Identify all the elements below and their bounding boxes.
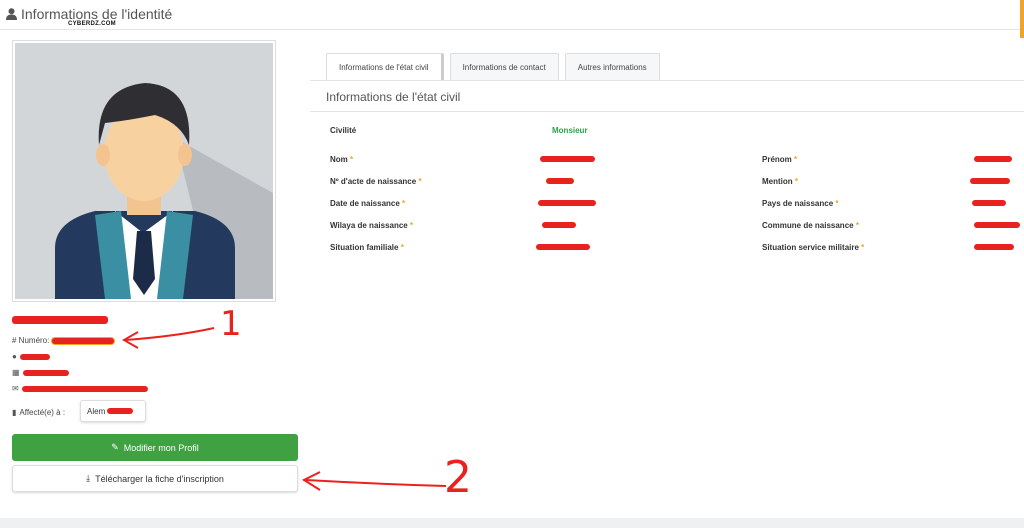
- tab-autres[interactable]: Autres informations: [564, 53, 660, 80]
- civilite-label: Civilité: [330, 126, 357, 135]
- required-mark: *: [794, 177, 799, 186]
- avatar-illustration: [15, 43, 273, 299]
- tab-etat-civil[interactable]: Informations de l'état civil: [326, 53, 444, 80]
- redacted-affecte: [107, 408, 134, 414]
- user-icon: [6, 8, 17, 20]
- field-situation: Situation familiale *: [330, 243, 404, 252]
- bottom-strip: [0, 518, 1024, 528]
- tab-divider: [310, 80, 1024, 81]
- redacted-birthdate: [22, 369, 69, 376]
- profile-numero: # Numéro:: [12, 336, 115, 345]
- page: Informations de l'identité CYBERDZ.COM #…: [0, 0, 1024, 528]
- map-marker-icon: ●: [12, 352, 17, 361]
- envelope-icon: ✉: [12, 384, 19, 393]
- field-mention-label: Mention: [762, 177, 793, 186]
- redacted-nom: [540, 156, 595, 162]
- edit-profile-label: Modifier mon Profil: [123, 442, 199, 453]
- field-acte-label: Nº d'acte de naissance: [330, 177, 417, 186]
- field-mention: Mention *: [762, 177, 798, 186]
- civilite-value: Monsieur: [552, 126, 588, 135]
- required-mark: *: [409, 221, 414, 230]
- field-date-label: Date de naissance: [330, 199, 400, 208]
- field-acte: Nº d'acte de naissance *: [330, 177, 422, 186]
- redacted-pays: [972, 200, 1006, 206]
- profile-birthdate: ▦: [12, 368, 69, 377]
- redacted-wilaya: [542, 222, 576, 228]
- affecte-badge[interactable]: Alem: [80, 400, 146, 422]
- page-title-text: Informations de l'identité: [21, 6, 173, 22]
- field-commune: Commune de naissance *: [762, 221, 859, 230]
- watermark: CYBERDZ.COM: [68, 21, 116, 27]
- profile-name: [12, 316, 108, 324]
- annotation-number-2: 2: [444, 452, 472, 503]
- field-nom-label: Nom: [330, 155, 348, 164]
- field-pays: Pays de naissance *: [762, 199, 839, 208]
- required-mark: *: [861, 243, 865, 252]
- redacted-email: [21, 385, 148, 392]
- field-militaire: Situation service militaire *: [762, 243, 864, 252]
- profile-location: ●: [12, 352, 50, 361]
- section-divider: [310, 111, 1024, 112]
- required-mark: *: [400, 243, 404, 252]
- field-prenom-label: Prénom: [762, 155, 792, 164]
- section-title: Informations de l'état civil: [326, 90, 461, 104]
- annotation-arrow-2: [301, 471, 447, 491]
- redacted-numero: [52, 337, 115, 344]
- avatar: [12, 40, 276, 302]
- redacted-situation: [536, 244, 590, 250]
- redacted-militaire: [974, 244, 1014, 250]
- page-title: Informations de l'identité: [6, 6, 172, 22]
- download-form-button[interactable]: ⤓ Télécharger la fiche d'inscription: [12, 465, 298, 492]
- download-icon: ⤓: [86, 473, 91, 483]
- required-mark: *: [855, 221, 859, 230]
- calendar-icon: ▦: [12, 368, 20, 377]
- tab-contact[interactable]: Informations de contact: [449, 53, 559, 80]
- field-wilaya: Wilaya de naissance *: [330, 221, 413, 230]
- top-bar: Informations de l'identité CYBERDZ.COM: [0, 0, 1024, 30]
- field-prenom: Prénom *: [762, 155, 797, 164]
- redacted-commune: [974, 222, 1020, 228]
- field-nom: Nom *: [330, 155, 353, 164]
- field-situation-label: Situation familiale: [330, 243, 399, 252]
- field-pays-label: Pays de naissance: [762, 199, 834, 208]
- field-militaire-label: Situation service militaire: [762, 243, 859, 252]
- profile-affecte: ▮ Affecté(e) à :: [12, 408, 65, 417]
- redacted-date: [538, 200, 596, 206]
- field-date: Date de naissance *: [330, 199, 405, 208]
- redacted-acte: [546, 178, 574, 184]
- affecte-label: Affecté(e) à :: [19, 408, 66, 417]
- required-mark: *: [835, 199, 839, 208]
- required-mark: *: [402, 199, 406, 208]
- edit-profile-button[interactable]: ✎ Modifier mon Profil: [12, 434, 298, 461]
- redacted-prenom: [974, 156, 1012, 162]
- download-form-label: Télécharger la fiche d'inscription: [95, 473, 224, 484]
- redacted-mention: [970, 178, 1010, 184]
- numero-label: # Numéro:: [12, 336, 50, 345]
- affecte-value: Alem: [87, 406, 106, 416]
- required-mark: *: [350, 155, 354, 164]
- building-icon: ▮: [12, 408, 17, 417]
- annotation-arrow-1: [121, 327, 215, 349]
- field-wilaya-label: Wilaya de naissance: [330, 221, 408, 230]
- edit-icon: ✎: [111, 442, 119, 452]
- tab-bar: Informations de l'état civil Information…: [326, 53, 660, 80]
- required-mark: *: [418, 177, 422, 186]
- required-mark: *: [794, 155, 798, 164]
- profile-email: ✉: [12, 384, 148, 393]
- annotation-number-1: 1: [220, 304, 242, 344]
- redacted-location: [19, 353, 50, 360]
- redacted-name: [12, 316, 108, 324]
- field-commune-label: Commune de naissance: [762, 221, 854, 230]
- accent-bar: [1020, 0, 1024, 38]
